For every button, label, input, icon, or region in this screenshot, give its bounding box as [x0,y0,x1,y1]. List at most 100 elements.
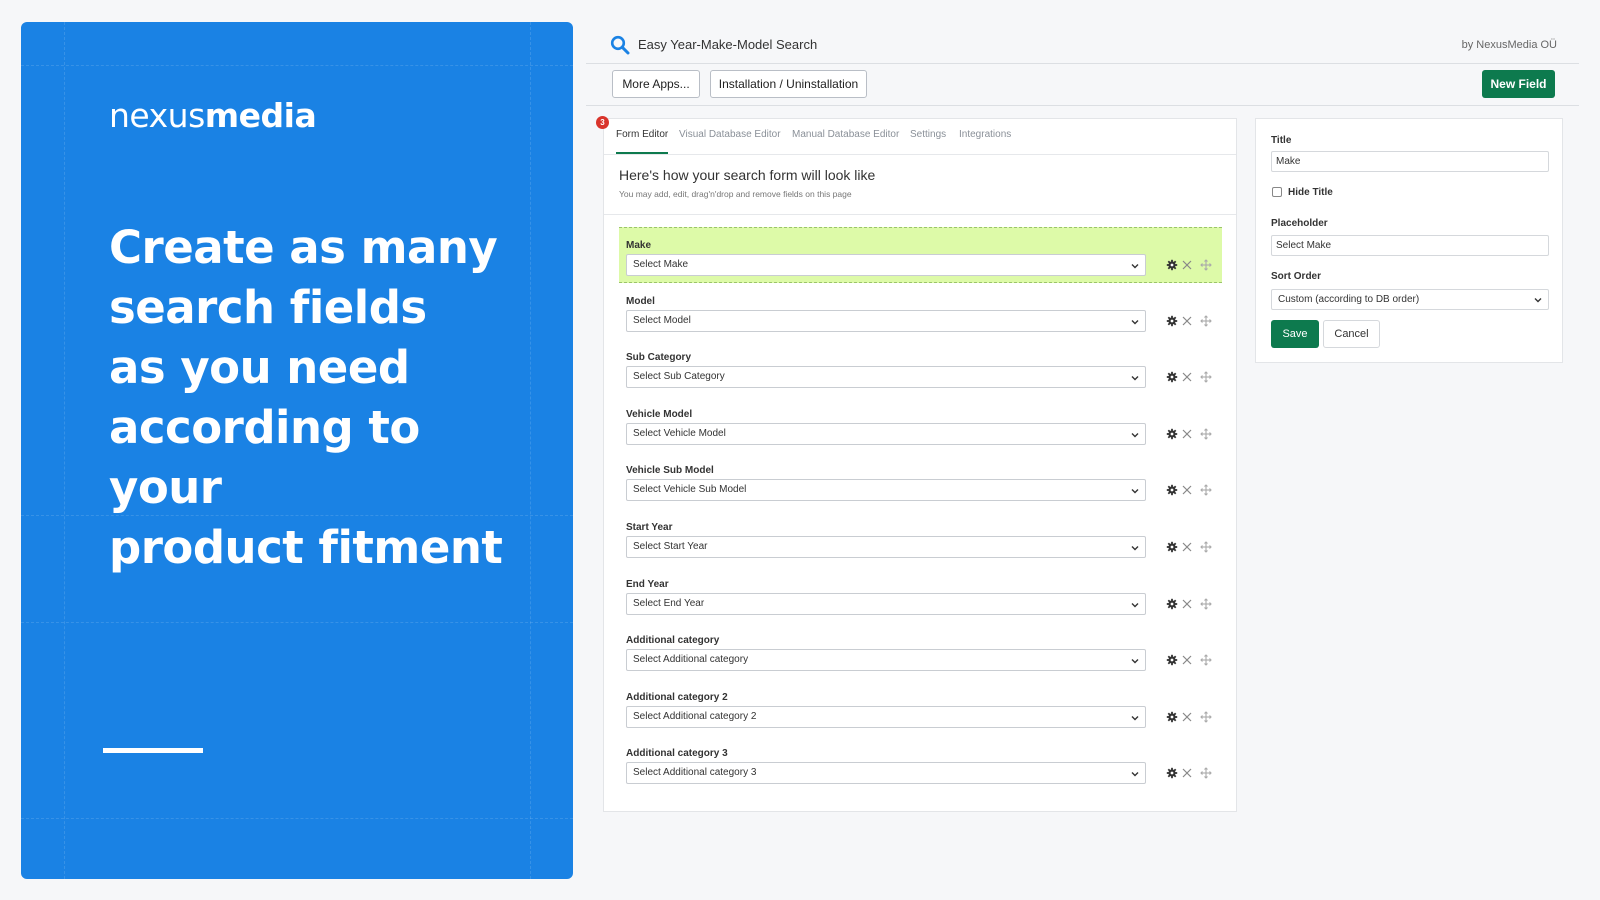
headline-line: search fields [109,281,427,334]
save-button[interactable]: Save [1271,320,1319,348]
gear-icon[interactable] [1166,541,1178,553]
tab-visual-database-editor[interactable]: Visual Database Editor [679,129,781,140]
gear-icon[interactable] [1166,711,1178,723]
field-properties-panel: Title Make Hide Title Placeholder Select… [1255,118,1563,363]
field-label: Additional category 3 [626,748,728,760]
field-label: Vehicle Sub Model [626,465,714,477]
new-field-button[interactable]: New Field [1482,70,1555,98]
move-icon[interactable] [1200,711,1212,723]
field-row[interactable]: Additional category Select Additional cat… [619,623,1222,679]
gear-icon[interactable] [1166,767,1178,779]
placeholder-input[interactable]: Select Make [1271,235,1549,256]
move-icon[interactable] [1200,767,1212,780]
close-icon[interactable] [1181,598,1193,610]
close-icon[interactable] [1181,371,1193,383]
field-select-value: Select Additional category [633,654,749,666]
close-icon[interactable] [1181,654,1193,666]
cancel-button[interactable]: Cancel [1323,320,1380,348]
field-select-value: Select Vehicle Sub Model [633,484,747,496]
field-label: Make [626,240,652,251]
field-select[interactable]: Select Additional category 2 [626,705,1146,728]
chevron-down-icon [1131,602,1139,608]
chevron-down-icon [1131,264,1139,269]
title-label: Title [1271,135,1292,146]
gear-icon[interactable] [1166,315,1178,327]
gear-icon[interactable] [1166,484,1178,496]
hero-headline: Create as many search fields as you need… [109,218,539,578]
close-icon[interactable] [1181,259,1193,271]
gear-icon[interactable] [1166,371,1178,383]
field-row[interactable]: Additional category 2 Select Additional c… [619,680,1222,736]
grid-line [21,818,573,819]
field-row[interactable]: Model Select Model [619,284,1222,340]
hide-title-label: Hide Title [1288,187,1333,198]
editor-heading: Here's how your search form will look li… [619,167,876,183]
logo-text-bold: media [204,96,317,135]
move-icon[interactable] [1200,314,1212,327]
close-icon[interactable] [1181,711,1193,723]
field-row[interactable]: Sub Category Select Sub Category [619,340,1222,396]
installation-button[interactable]: Installation / Uninstallation [710,70,867,98]
close-icon[interactable] [1181,428,1193,440]
move-icon[interactable] [1200,654,1212,666]
field-row[interactable]: Vehicle Sub Model Select Vehicle Sub Mode… [619,453,1222,509]
field-select[interactable]: Select Model [626,309,1146,332]
tab-manual-database-editor[interactable]: Manual Database Editor [792,129,899,140]
field-select[interactable]: Select Additional category [626,649,1146,672]
field-select[interactable]: Select End Year [626,592,1146,615]
field-row[interactable]: Make Select Make [619,227,1222,283]
app-toolbar: More Apps... Installation / Uninstallati… [586,64,1579,106]
search-icon [610,35,630,54]
move-icon[interactable] [1200,597,1212,610]
tab-integrations[interactable]: Integrations [959,129,1011,140]
notification-badge: 3 [596,116,609,129]
move-icon[interactable] [1200,484,1212,497]
close-icon[interactable] [1181,541,1193,553]
field-row[interactable]: Start Year Select Start Year [619,510,1222,566]
field-row[interactable]: End Year Select End Year [619,567,1222,623]
field-select-value: Select Make [633,259,689,270]
active-tab-indicator [616,152,668,154]
chevron-down-icon [1131,376,1139,381]
field-select[interactable]: Select Start Year [626,536,1146,558]
field-select[interactable]: Select Additional category 3 [626,762,1146,785]
move-icon[interactable] [1200,371,1212,383]
chevron-down-icon [1131,319,1139,325]
field-select[interactable]: Select Sub Category [626,366,1146,389]
field-select[interactable]: Select Make [626,254,1146,276]
divider [604,214,1236,215]
title-input[interactable]: Make [1271,151,1549,172]
gear-icon[interactable] [1166,598,1178,610]
field-label: Sub Category [626,352,692,364]
gear-icon[interactable] [1166,428,1178,440]
gear-icon[interactable] [1166,654,1178,666]
sort-order-select[interactable]: Custom (according to DB order) [1271,289,1549,310]
move-icon[interactable] [1200,259,1212,271]
accent-underline [103,748,203,753]
app-vendor: by NexusMedia OÜ [1461,38,1557,51]
tab-settings[interactable]: Settings [910,129,946,140]
tab-form-editor[interactable]: Form Editor [616,129,668,140]
sort-order-label: Sort Order [1271,271,1322,282]
field-row[interactable]: Additional category 3 Select Additional c… [619,736,1222,792]
field-label: Additional category 2 [626,691,728,703]
hide-title-checkbox[interactable] [1272,187,1282,197]
editor-subheading: You may add, edit, drag'n'drop and remov… [619,189,852,199]
headline-line: as you need [109,341,410,394]
chevron-down-icon [1534,298,1542,303]
field-label: Vehicle Model [626,408,693,420]
gear-icon[interactable] [1166,259,1178,271]
field-select[interactable]: Select Vehicle Sub Model [626,479,1146,502]
field-select-value: Select Additional category 3 [633,767,757,779]
close-icon[interactable] [1181,767,1193,779]
field-select[interactable]: Select Vehicle Model [626,422,1146,445]
field-row[interactable]: Vehicle Model Select Vehicle Model [619,397,1222,453]
field-label: Model [626,295,655,307]
more-apps-button[interactable]: More Apps... [612,70,700,98]
move-icon[interactable] [1200,428,1212,440]
chevron-down-icon [1131,659,1139,664]
close-icon[interactable] [1181,484,1193,496]
field-select-value: Select Model [633,314,691,326]
close-icon[interactable] [1181,315,1193,327]
move-icon[interactable] [1200,541,1212,553]
